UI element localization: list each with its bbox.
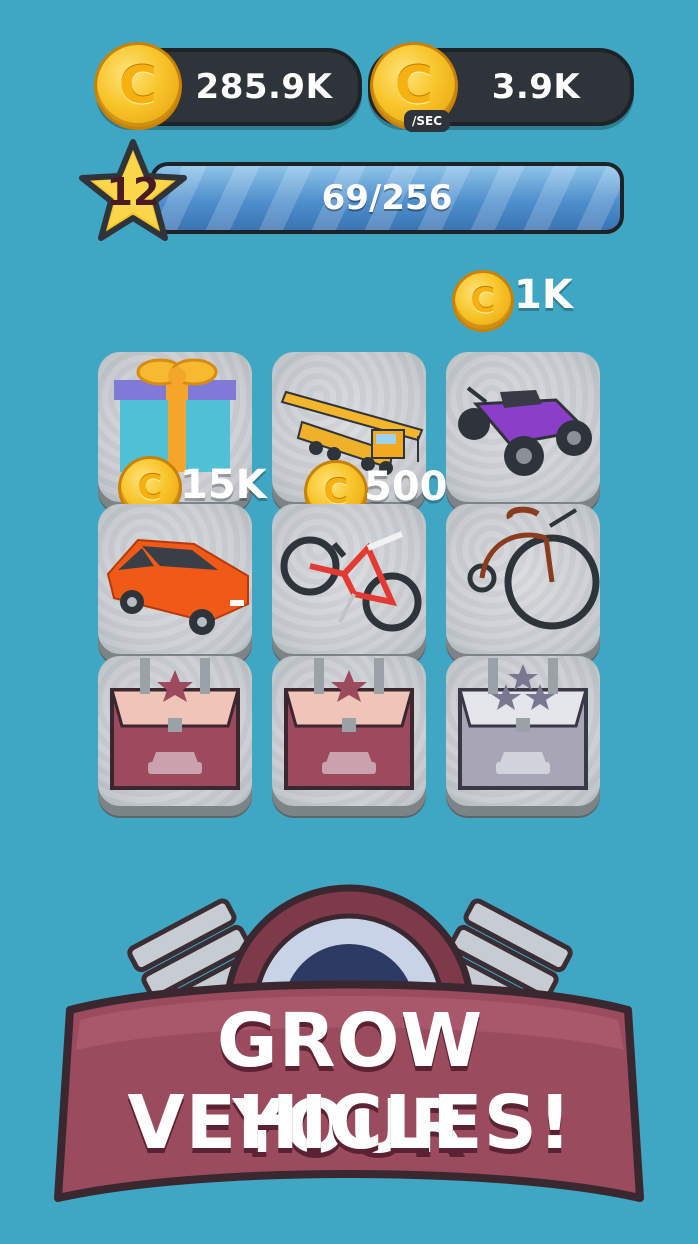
- crate-icon: [110, 658, 240, 790]
- level-star-icon: 12: [78, 138, 188, 244]
- grid-slot-crate-2[interactable]: [272, 656, 426, 806]
- car-icon: [106, 538, 249, 635]
- buy-price-top[interactable]: 1K: [514, 272, 573, 318]
- crate-icon: [284, 658, 414, 790]
- grid-slot-penny-farthing[interactable]: [446, 504, 600, 654]
- banner-title-line2: VEHICLES!: [127, 1080, 573, 1166]
- silver-crate-icon: [458, 658, 588, 790]
- coins-amount: 285.9K: [195, 67, 333, 107]
- penny-farthing-icon: [467, 506, 600, 630]
- quad-bike-icon: [458, 386, 592, 476]
- buy-price-car[interactable]: 15K: [180, 462, 267, 508]
- price-coin-icon: C: [452, 270, 514, 332]
- grid-slot-car[interactable]: [98, 504, 252, 654]
- level-progress-text: 69/256: [321, 178, 453, 218]
- grid-slot-crate-silver[interactable]: [446, 656, 600, 806]
- grid-slot-quad[interactable]: [446, 352, 600, 502]
- mountain-bike-icon: [280, 531, 422, 632]
- per-second-label: /SEC: [404, 110, 450, 132]
- grid-slot-mountain-bike[interactable]: [272, 504, 426, 654]
- level-number: 12: [106, 170, 160, 214]
- level-progress-bar: 69/256: [150, 162, 624, 234]
- grid-slot-crate-1[interactable]: [98, 656, 252, 806]
- income-amount: 3.9K: [491, 67, 581, 107]
- coin-icon: C: [94, 42, 182, 130]
